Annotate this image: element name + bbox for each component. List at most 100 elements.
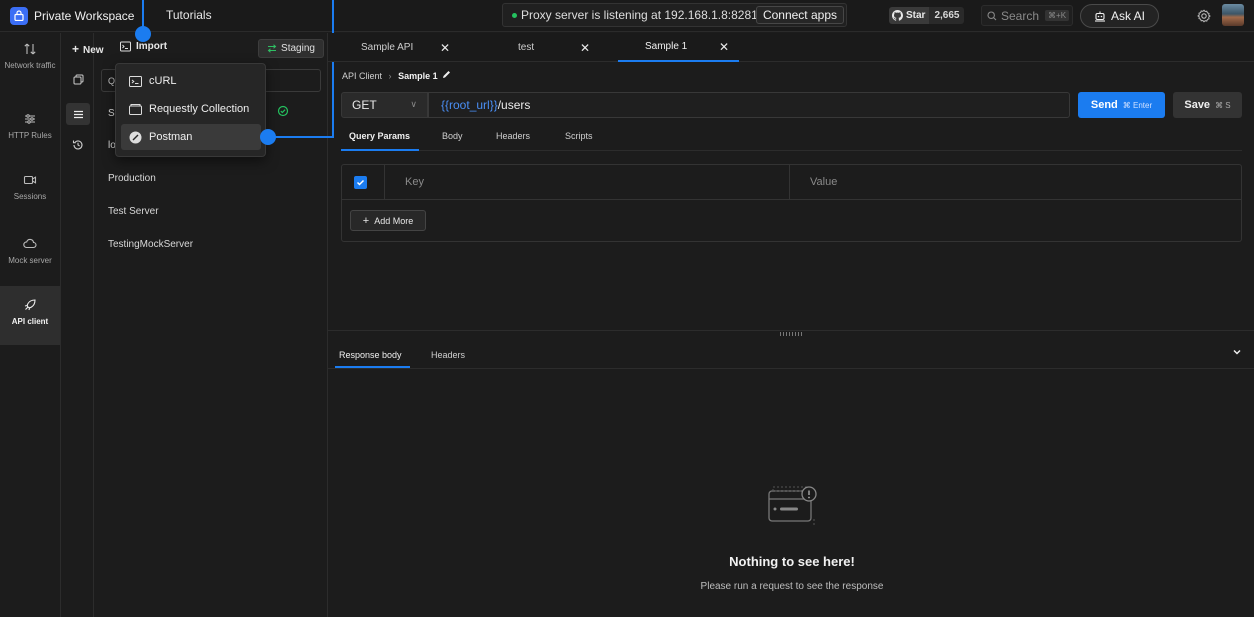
left-navigation: Network traffic HTTP Rules Sessions Mock… (0, 33, 61, 617)
tab-scripts[interactable]: Scripts (565, 131, 593, 141)
dd-label: Postman (149, 131, 193, 143)
lock-icon (10, 6, 28, 25)
import-requestly-collection-item[interactable]: Requestly Collection (121, 96, 261, 122)
connect-apps-button[interactable]: Connect apps (755, 6, 844, 24)
tab-body[interactable]: Body (442, 131, 463, 141)
tab-test[interactable]: test ✕ (473, 33, 613, 62)
nav-label: Network traffic (4, 61, 56, 70)
annotation-dot (135, 26, 151, 42)
staging-environment-button[interactable]: Staging (258, 39, 324, 58)
divider (789, 165, 790, 200)
nav-network-traffic[interactable]: Network traffic (0, 42, 60, 94)
annotation-line (268, 136, 334, 138)
environments-view-button[interactable] (66, 103, 90, 125)
github-icon (892, 10, 903, 21)
divider (384, 165, 385, 200)
tab-response-body[interactable]: Response body (339, 350, 402, 360)
copy-icon (73, 74, 83, 84)
tab-response-headers[interactable]: Headers (431, 350, 465, 360)
terminal-icon (129, 75, 142, 87)
active-tab-indicator (335, 366, 410, 368)
dd-label: Requestly Collection (149, 103, 250, 115)
breadcrumb: API Client › Sample 1 (342, 70, 451, 81)
close-icon[interactable]: ✕ (719, 40, 729, 54)
import-button[interactable]: Import (120, 41, 167, 52)
folder-icon (129, 103, 142, 115)
history-view-button[interactable] (69, 136, 87, 154)
breadcrumb-root[interactable]: API Client (342, 71, 382, 81)
param-value-input[interactable]: Value (810, 176, 837, 188)
url-path: /users (497, 98, 531, 112)
close-icon[interactable]: ✕ (440, 41, 450, 55)
import-dropdown-menu: cURL Requestly Collection Postman (115, 63, 266, 157)
secondary-sidebar (61, 33, 94, 617)
search-placeholder: Search (1001, 8, 1040, 23)
tab-headers[interactable]: Headers (496, 131, 530, 141)
param-enabled-checkbox[interactable] (354, 176, 367, 189)
add-more-button[interactable]: + Add More (350, 210, 426, 231)
pencil-icon[interactable] (442, 70, 451, 79)
workspace-switcher[interactable]: Private Workspace (10, 6, 135, 25)
tab-sample-1[interactable]: Sample 1 ✕ (618, 33, 739, 62)
breadcrumb-current: Sample 1 (398, 71, 438, 81)
history-icon (72, 140, 83, 150)
status-dot-icon (512, 12, 517, 18)
nav-label: API client (11, 317, 49, 326)
avatar[interactable] (1222, 4, 1244, 26)
tab-label: Sample API (361, 42, 414, 53)
resize-handle[interactable] (780, 332, 804, 336)
nav-sessions[interactable]: Sessions (0, 173, 60, 213)
url-variable: {{root_url}} (441, 98, 498, 112)
env-item-partial: S (108, 108, 115, 119)
import-curl-item[interactable]: cURL (121, 68, 261, 94)
tutorials-link[interactable]: Tutorials (166, 8, 212, 22)
env-item-production[interactable]: Production (108, 173, 156, 184)
table-row: Key Value (342, 165, 1241, 200)
method-value: GET (352, 98, 377, 112)
send-button[interactable]: Send ⌘ Enter (1078, 92, 1165, 118)
tab-label: test (518, 42, 535, 53)
gear-icon[interactable] (1197, 9, 1211, 23)
active-tab-indicator (341, 149, 419, 151)
query-params-table: Key Value + Add More (341, 164, 1242, 242)
staging-label: Staging (281, 43, 315, 54)
ai-bot-icon (1094, 11, 1105, 22)
github-star-text: Star (906, 10, 926, 21)
ask-ai-label: Ask AI (1110, 9, 1145, 23)
ask-ai-button[interactable]: Ask AI (1080, 4, 1159, 28)
method-select[interactable]: GET ∨ (341, 92, 428, 118)
workspace-name: Private Workspace (34, 8, 135, 23)
chevron-down-icon: ∨ (410, 99, 417, 109)
env-item-test-server[interactable]: Test Server (108, 206, 159, 217)
send-label: Send (1090, 99, 1118, 111)
proxy-status-text: Proxy server is listening at 192.168.1.8… (521, 8, 758, 22)
new-button[interactable]: + New (72, 42, 104, 56)
nav-api-client[interactable]: API client (0, 286, 60, 345)
close-icon[interactable]: ✕ (580, 41, 590, 55)
save-label: Save (1184, 99, 1211, 111)
nav-label: HTTP Rules (8, 131, 52, 140)
plus-icon: + (72, 42, 80, 56)
request-tabs: Sample API ✕ test ✕ Sample 1 ✕ (328, 33, 1254, 62)
github-star-label: Star (889, 7, 930, 24)
import-label: Import (136, 41, 168, 52)
nav-http-rules[interactable]: HTTP Rules (0, 112, 60, 152)
tab-sample-api[interactable]: Sample API ✕ (328, 33, 468, 62)
github-star-count: 2,665 (929, 7, 965, 24)
save-button[interactable]: Save ⌘ S (1173, 92, 1242, 118)
url-input[interactable]: {{root_url}}/users (428, 92, 1070, 118)
chevron-down-icon[interactable] (1232, 347, 1242, 357)
plus-icon: + (362, 214, 370, 227)
cloud-icon (23, 238, 37, 249)
collections-view-button[interactable] (69, 70, 87, 88)
env-item-testing-mock-server[interactable]: TestingMockServer (108, 239, 193, 250)
param-key-input[interactable]: Key (405, 176, 424, 188)
add-more-label: Add More (374, 215, 414, 226)
github-star-button[interactable]: Star 2,665 (889, 7, 965, 24)
search-input[interactable]: Search ⌘+K (981, 5, 1073, 26)
nav-mock-server[interactable]: Mock server (0, 237, 60, 277)
tab-query-params[interactable]: Query Params (349, 131, 410, 141)
proxy-status-bar: Proxy server is listening at 192.168.1.8… (502, 3, 847, 27)
search-icon (987, 10, 997, 20)
import-postman-item[interactable]: Postman (121, 124, 261, 150)
